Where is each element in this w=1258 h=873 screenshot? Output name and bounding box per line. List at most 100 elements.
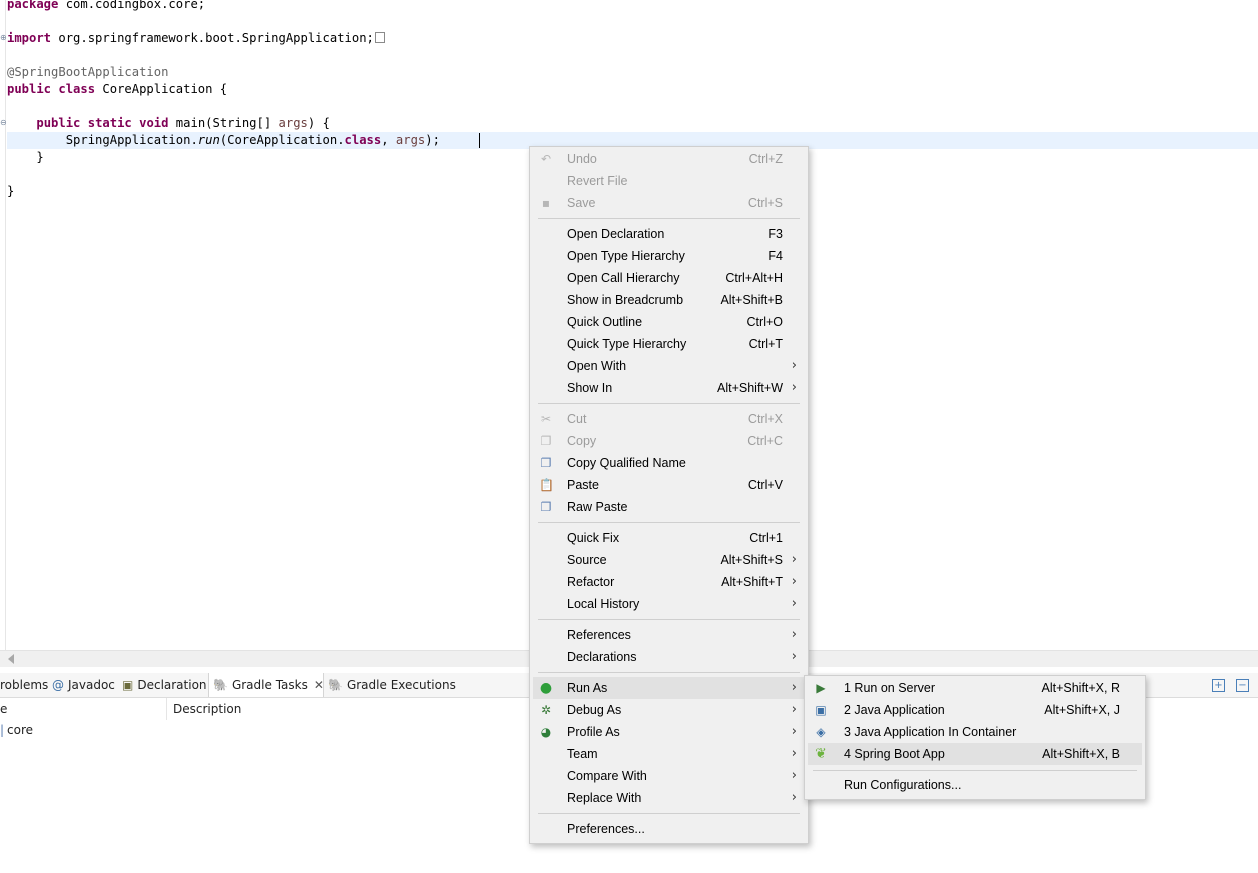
menu-item-run-as[interactable]: ● Run As › (533, 677, 805, 699)
chevron-right-icon: › (791, 724, 797, 739)
chevron-right-icon: › (791, 790, 797, 805)
code-line-5[interactable]: public static void main(String[] args) { (7, 115, 330, 132)
chevron-right-icon: › (791, 702, 797, 717)
paste-icon: 📋 (539, 478, 554, 492)
code-line-4[interactable]: public class CoreApplication { (7, 81, 227, 98)
menu-item-raw-paste[interactable]: ❐ Raw Paste (533, 496, 805, 518)
menu-item-profile-as[interactable]: ◕ Profile As › (533, 721, 805, 743)
chevron-right-icon: › (791, 768, 797, 783)
chevron-right-icon: › (791, 746, 797, 761)
chevron-right-icon: › (791, 358, 797, 373)
menu-item-compare-with[interactable]: Compare With › (533, 765, 805, 787)
javadoc-icon: @ (52, 678, 64, 692)
declaration-icon: ▣ (122, 678, 134, 692)
tab-problems[interactable]: roblems (0, 673, 48, 697)
server-icon: ▶ (816, 681, 826, 695)
menu-item-show-in[interactable]: Show In Alt+Shift+W › (533, 377, 805, 399)
menu-item-team[interactable]: Team › (533, 743, 805, 765)
menu-separator (538, 522, 800, 523)
menu-item-paste[interactable]: 📋 Paste Ctrl+V (533, 474, 805, 496)
code-line-2[interactable]: import org.springframework.boot.SpringAp… (7, 30, 385, 47)
menu-item-quick-fix[interactable]: Quick Fix Ctrl+1 (533, 527, 805, 549)
tab-javadoc[interactable]: @ Javadoc (52, 673, 115, 697)
menu-item-source[interactable]: Source Alt+Shift+S › (533, 549, 805, 571)
chevron-right-icon: › (791, 627, 797, 642)
code-line-1[interactable]: package com.codingbox.core; (7, 0, 205, 13)
menu-item-references[interactable]: References › (533, 624, 805, 646)
submenu-item-run-configurations[interactable]: Run Configurations... (808, 774, 1142, 796)
folded-imports-icon[interactable] (374, 32, 385, 43)
code-line-8[interactable]: } (7, 183, 14, 200)
gradle-elephant-icon: 🐘 (213, 678, 228, 692)
menu-item-debug-as[interactable]: ✲ Debug As › (533, 699, 805, 721)
menu-item-preferences[interactable]: Preferences... (533, 818, 805, 840)
code-line-7[interactable]: } (7, 149, 43, 166)
menu-item-open-with[interactable]: Open With › (533, 355, 805, 377)
code-line-3[interactable]: @SpringBootApplication (7, 64, 168, 81)
submenu-item-spring-boot-app[interactable]: ❦ 4 Spring Boot App Alt+Shift+X, B (808, 743, 1142, 765)
menu-item-quick-type-hierarchy[interactable]: Quick Type Hierarchy Ctrl+T (533, 333, 805, 355)
close-tab-icon[interactable]: ✕ (314, 673, 324, 697)
spring-boot-icon: ❦ (815, 746, 827, 762)
menu-item-cut[interactable]: ✂ Cut Ctrl+X (533, 408, 805, 430)
undo-icon: ↶ (540, 152, 552, 166)
container-icon: ◈ (816, 725, 826, 739)
copy-qualified-icon: ❐ (540, 456, 552, 470)
text-caret (479, 133, 480, 148)
tab-gradle-executions[interactable]: 🐘 Gradle Executions (328, 673, 456, 697)
run-icon: ● (539, 680, 553, 696)
gradle-elephant-icon: 🐘 (328, 678, 343, 692)
submenu-item-java-application[interactable]: ▣ 2 Java Application Alt+Shift+X, J (808, 699, 1142, 721)
menu-separator (538, 672, 800, 673)
menu-item-quick-outline[interactable]: Quick Outline Ctrl+O (533, 311, 805, 333)
menu-separator (538, 218, 800, 219)
menu-item-open-call-hierarchy[interactable]: Open Call Hierarchy Ctrl+Alt+H (533, 267, 805, 289)
editor-ruler (5, 0, 6, 650)
java-app-icon: ▣ (815, 703, 827, 717)
menu-item-open-type-hierarchy[interactable]: Open Type Hierarchy F4 (533, 245, 805, 267)
column-header-description[interactable]: Description (173, 698, 241, 720)
chevron-right-icon: › (791, 680, 797, 695)
menu-separator (813, 770, 1137, 771)
chevron-right-icon: › (791, 552, 797, 567)
save-icon: ▪ (541, 196, 551, 210)
menu-item-save[interactable]: ▪ Save Ctrl+S (533, 192, 805, 214)
menu-item-copy-qualified-name[interactable]: ❐ Copy Qualified Name (533, 452, 805, 474)
chevron-right-icon: › (791, 380, 797, 395)
collapse-all-icon[interactable]: − (1236, 679, 1249, 692)
menu-item-show-in-breadcrumb[interactable]: Show in Breadcrumb Alt+Shift+B (533, 289, 805, 311)
raw-paste-icon: ❐ (540, 500, 552, 514)
menu-item-declarations[interactable]: Declarations › (533, 646, 805, 668)
code-line-6[interactable]: SpringApplication.run(CoreApplication.cl… (7, 132, 440, 149)
column-separator[interactable] (166, 698, 167, 720)
menu-item-local-history[interactable]: Local History › (533, 593, 805, 615)
cut-icon: ✂ (540, 412, 552, 426)
menu-item-refactor[interactable]: Refactor Alt+Shift+T › (533, 571, 805, 593)
menu-separator (538, 403, 800, 404)
menu-separator (538, 619, 800, 620)
menu-item-replace-with[interactable]: Replace With › (533, 787, 805, 809)
menu-item-open-declaration[interactable]: Open Declaration F3 (533, 223, 805, 245)
chevron-right-icon: › (791, 574, 797, 589)
copy-icon: ❐ (540, 434, 552, 448)
profile-icon: ◕ (540, 725, 552, 739)
run-as-submenu: ▶ 1 Run on Server Alt+Shift+X, R ▣ 2 Java A… (804, 675, 1146, 800)
menu-item-undo[interactable]: ↶ Undo Ctrl+Z (533, 148, 805, 170)
menu-separator (538, 813, 800, 814)
menu-item-revert-file[interactable]: Revert File (533, 170, 805, 192)
expand-all-icon[interactable]: + (1212, 679, 1225, 692)
debug-icon: ✲ (540, 703, 552, 717)
tab-declaration[interactable]: ▣ Declaration (122, 673, 207, 697)
submenu-item-java-application-container[interactable]: ◈ 3 Java Application In Container (808, 721, 1142, 743)
chevron-right-icon: › (791, 596, 797, 611)
scroll-left-icon[interactable] (8, 654, 14, 664)
chevron-right-icon: › (791, 649, 797, 664)
tab-gradle-tasks[interactable]: 🐘 Gradle Tasks ✕ (208, 673, 324, 697)
project-icon: | (0, 723, 5, 737)
column-header-name[interactable]: e (0, 698, 7, 720)
submenu-item-run-on-server[interactable]: ▶ 1 Run on Server Alt+Shift+X, R (808, 677, 1142, 699)
context-menu: ↶ Undo Ctrl+Z Revert File ▪ Save Ctrl+S Open… (529, 146, 809, 844)
fold-collapse-icon[interactable]: ⊖ (0, 119, 7, 127)
menu-item-copy[interactable]: ❐ Copy Ctrl+C (533, 430, 805, 452)
fold-expand-icon[interactable]: ⊕ (0, 34, 7, 42)
